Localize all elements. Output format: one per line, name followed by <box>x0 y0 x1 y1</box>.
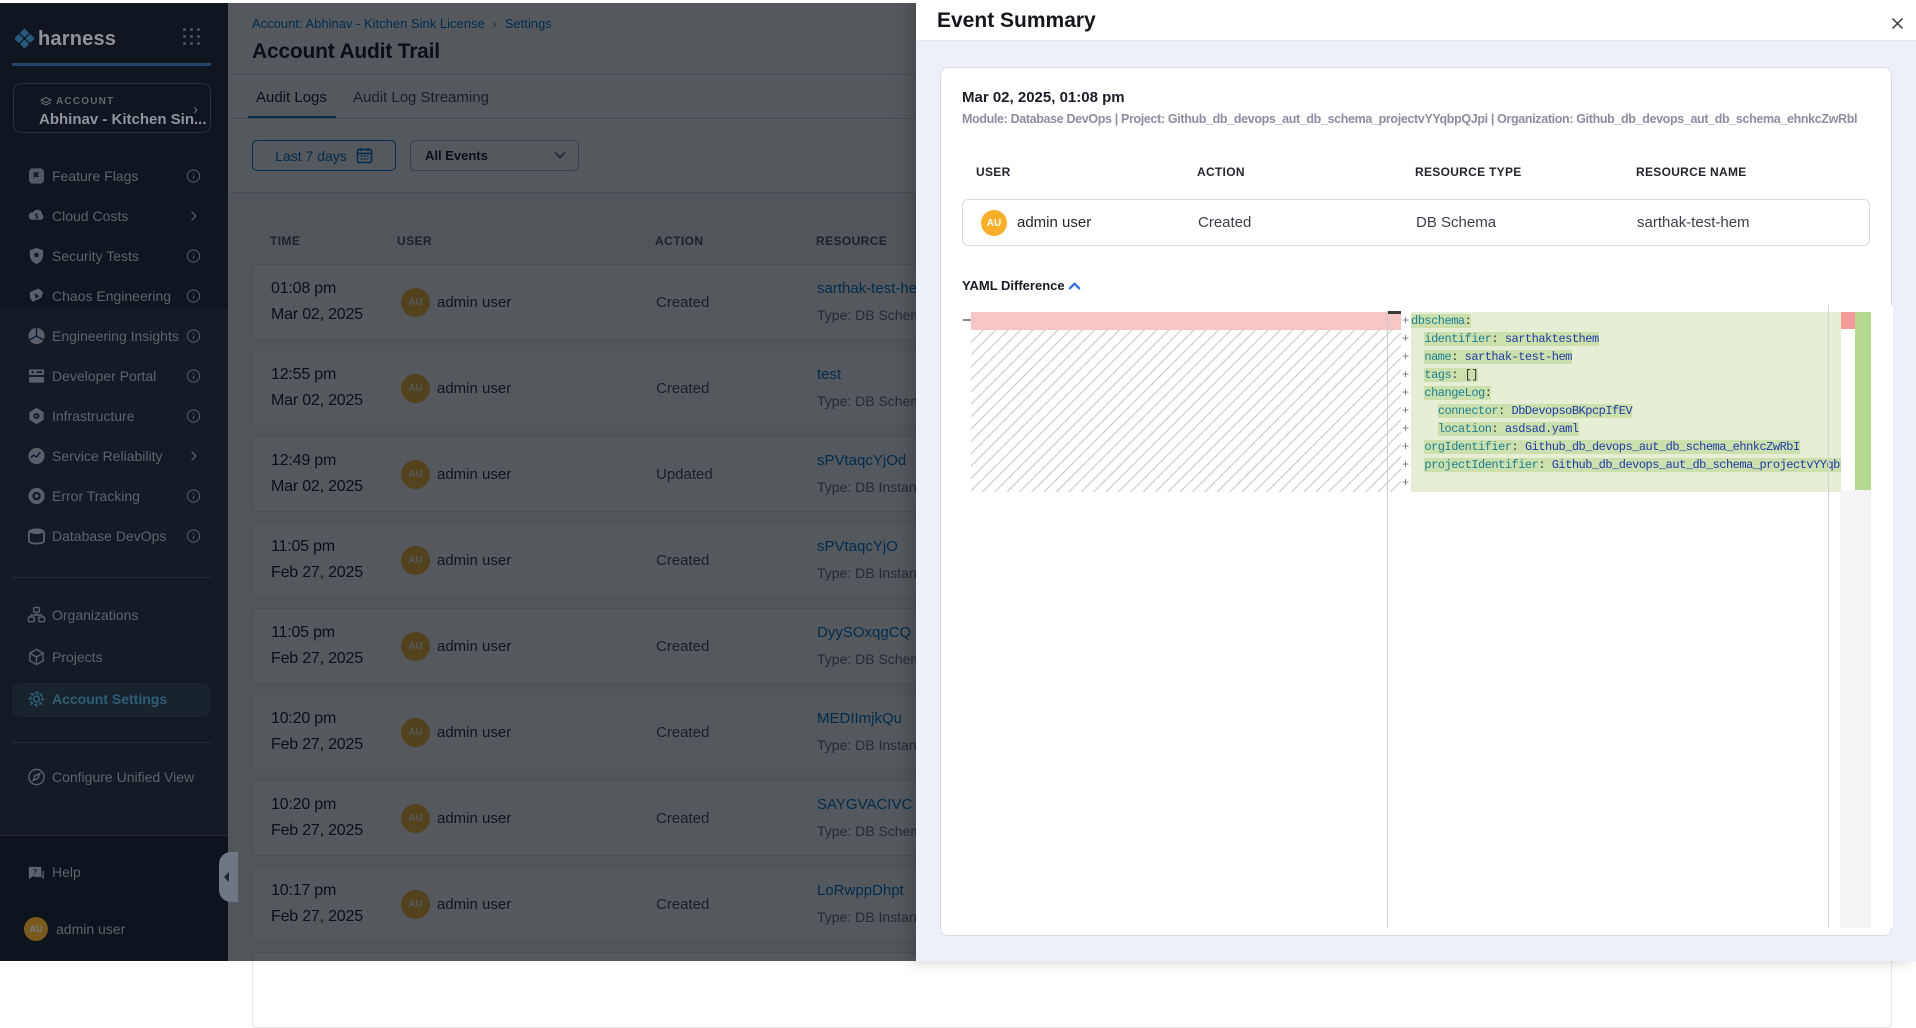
svg-text:?: ? <box>33 867 38 876</box>
